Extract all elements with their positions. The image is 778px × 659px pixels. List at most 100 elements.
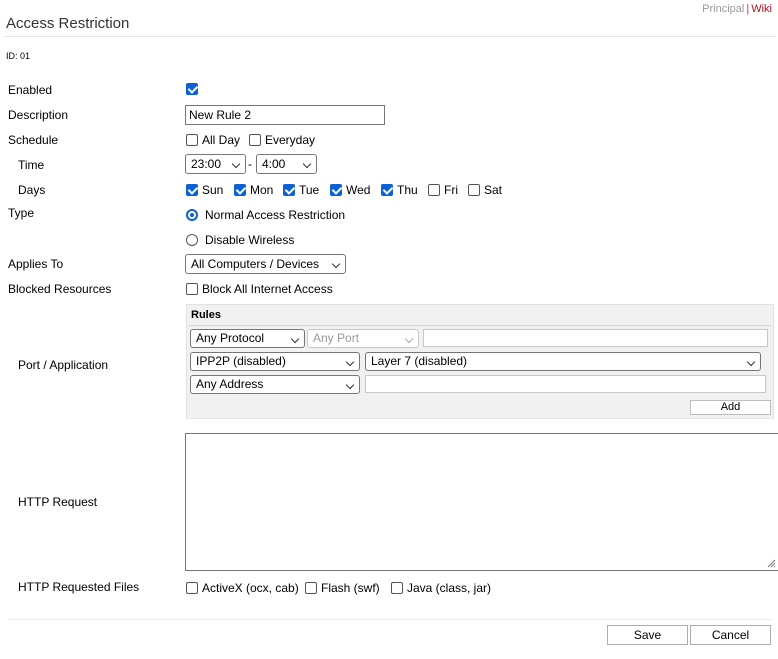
save-button[interactable]: Save bbox=[607, 625, 688, 645]
footer-divider bbox=[8, 619, 772, 620]
file-option-flash[interactable]: Flash (swf) bbox=[305, 581, 380, 595]
chevron-down-icon bbox=[345, 357, 355, 367]
port-value: Any Port bbox=[313, 331, 360, 345]
applies-to-select[interactable]: All Computers / Devices bbox=[185, 254, 346, 274]
layer7-value: Layer 7 (disabled) bbox=[371, 354, 468, 368]
address-input[interactable] bbox=[365, 375, 766, 393]
day-option-thu[interactable]: Thu bbox=[381, 183, 418, 197]
chevron-down-icon bbox=[404, 334, 414, 344]
day-label-sun: Sun bbox=[202, 183, 224, 197]
type-label: Type bbox=[8, 206, 35, 220]
file-checkbox-java[interactable] bbox=[391, 582, 403, 594]
day-label-thu: Thu bbox=[397, 183, 418, 197]
description-input[interactable]: New Rule 2 bbox=[185, 105, 385, 125]
http-request-textarea[interactable] bbox=[185, 433, 778, 571]
port-select: Any Port bbox=[307, 329, 419, 348]
http-request-label: HTTP Request bbox=[18, 495, 98, 509]
chevron-down-icon bbox=[746, 357, 756, 367]
file-label-java: Java (class, jar) bbox=[407, 581, 492, 595]
block-all-option[interactable]: Block All Internet Access bbox=[186, 282, 333, 296]
day-checkbox-sat[interactable] bbox=[468, 184, 480, 196]
day-checkbox-sun[interactable] bbox=[186, 184, 198, 196]
all-day-label: All Day bbox=[202, 133, 241, 147]
description-label: Description bbox=[8, 108, 69, 122]
day-option-mon[interactable]: Mon bbox=[234, 183, 273, 197]
block-all-checkbox[interactable] bbox=[186, 283, 198, 295]
rule-id: ID: 01 bbox=[6, 51, 31, 61]
file-checkbox-activex[interactable] bbox=[186, 582, 198, 594]
chevron-down-icon bbox=[331, 259, 341, 269]
top-nav: Principal | Wiki bbox=[702, 3, 772, 15]
file-checkbox-flash[interactable] bbox=[305, 582, 317, 594]
start-time-value: 23:00 bbox=[191, 157, 222, 171]
day-checkbox-fri[interactable] bbox=[428, 184, 440, 196]
everyday-label: Everyday bbox=[265, 133, 316, 147]
enabled-option bbox=[186, 83, 202, 95]
port-input[interactable] bbox=[423, 329, 768, 347]
rules-title: Rules bbox=[191, 309, 221, 321]
rules-panel: Rules Any Protocol Any Port IPP2P (disab… bbox=[186, 304, 774, 419]
cancel-button[interactable]: Cancel bbox=[690, 625, 771, 645]
type-label-wireless: Disable Wireless bbox=[205, 233, 295, 247]
days-label: Days bbox=[18, 183, 46, 197]
file-option-java[interactable]: Java (class, jar) bbox=[391, 581, 491, 595]
file-label-flash: Flash (swf) bbox=[321, 581, 380, 595]
end-time-select[interactable]: 4:00 bbox=[256, 154, 317, 174]
day-checkbox-mon[interactable] bbox=[234, 184, 246, 196]
address-value: Any Address bbox=[196, 377, 264, 391]
day-checkbox-thu[interactable] bbox=[381, 184, 393, 196]
chevron-down-icon bbox=[302, 159, 312, 169]
day-label-tue: Tue bbox=[299, 183, 320, 197]
day-option-sat[interactable]: Sat bbox=[468, 183, 502, 197]
all-day-checkbox[interactable] bbox=[186, 134, 198, 146]
http-requested-files-label: HTTP Requested Files bbox=[18, 580, 140, 594]
file-option-activex[interactable]: ActiveX (ocx, cab) bbox=[186, 581, 299, 595]
everyday-checkbox[interactable] bbox=[249, 134, 261, 146]
blocked-resources-label: Blocked Resources bbox=[8, 282, 112, 296]
address-select[interactable]: Any Address bbox=[190, 375, 360, 394]
file-label-activex: ActiveX (ocx, cab) bbox=[202, 581, 299, 595]
protocol-select[interactable]: Any Protocol bbox=[190, 329, 305, 348]
schedule-label: Schedule bbox=[8, 133, 59, 147]
enabled-label: Enabled bbox=[8, 83, 53, 97]
day-label-sat: Sat bbox=[484, 183, 503, 197]
start-time-select[interactable]: 23:00 bbox=[185, 154, 246, 174]
everyday-option[interactable]: Everyday bbox=[249, 133, 315, 147]
layer7-select[interactable]: Layer 7 (disabled) bbox=[365, 352, 761, 371]
ipp2p-value: IPP2P (disabled) bbox=[196, 354, 286, 368]
day-option-tue[interactable]: Tue bbox=[283, 183, 319, 197]
day-label-wed: Wed bbox=[346, 183, 371, 197]
add-rule-button[interactable]: Add bbox=[690, 400, 771, 415]
ipp2p-select[interactable]: IPP2P (disabled) bbox=[190, 352, 360, 371]
protocol-value: Any Protocol bbox=[196, 331, 265, 345]
rules-divider bbox=[189, 325, 771, 326]
time-label: Time bbox=[18, 158, 45, 172]
principal-link[interactable]: Principal bbox=[702, 3, 744, 15]
type-option-wireless[interactable]: Disable Wireless bbox=[186, 233, 294, 247]
day-option-sun[interactable]: Sun bbox=[186, 183, 223, 197]
day-label-mon: Mon bbox=[250, 183, 274, 197]
page-title: Access Restriction bbox=[6, 15, 130, 32]
resize-grip-icon[interactable] bbox=[766, 558, 776, 568]
end-time-value: 4:00 bbox=[262, 157, 286, 171]
chevron-down-icon bbox=[290, 334, 300, 344]
day-checkbox-wed[interactable] bbox=[330, 184, 342, 196]
enabled-checkbox[interactable] bbox=[186, 83, 198, 95]
wiki-link[interactable]: Wiki bbox=[751, 3, 772, 15]
all-day-option[interactable]: All Day bbox=[186, 133, 240, 147]
block-all-label: Block All Internet Access bbox=[202, 282, 333, 296]
day-label-fri: Fri bbox=[444, 183, 458, 197]
chevron-down-icon bbox=[345, 380, 355, 390]
chevron-down-icon bbox=[231, 159, 241, 169]
time-separator: - bbox=[248, 157, 252, 171]
type-radio-wireless[interactable] bbox=[186, 234, 198, 246]
type-option-normal[interactable]: Normal Access Restriction bbox=[186, 208, 345, 222]
day-option-fri[interactable]: Fri bbox=[428, 183, 458, 197]
applies-to-label: Applies To bbox=[8, 257, 64, 271]
port-application-label: Port / Application bbox=[18, 358, 109, 372]
day-checkbox-tue[interactable] bbox=[283, 184, 295, 196]
type-radio-normal[interactable] bbox=[186, 209, 198, 221]
type-label-normal: Normal Access Restriction bbox=[205, 208, 346, 222]
day-option-wed[interactable]: Wed bbox=[330, 183, 370, 197]
title-divider bbox=[4, 36, 776, 37]
